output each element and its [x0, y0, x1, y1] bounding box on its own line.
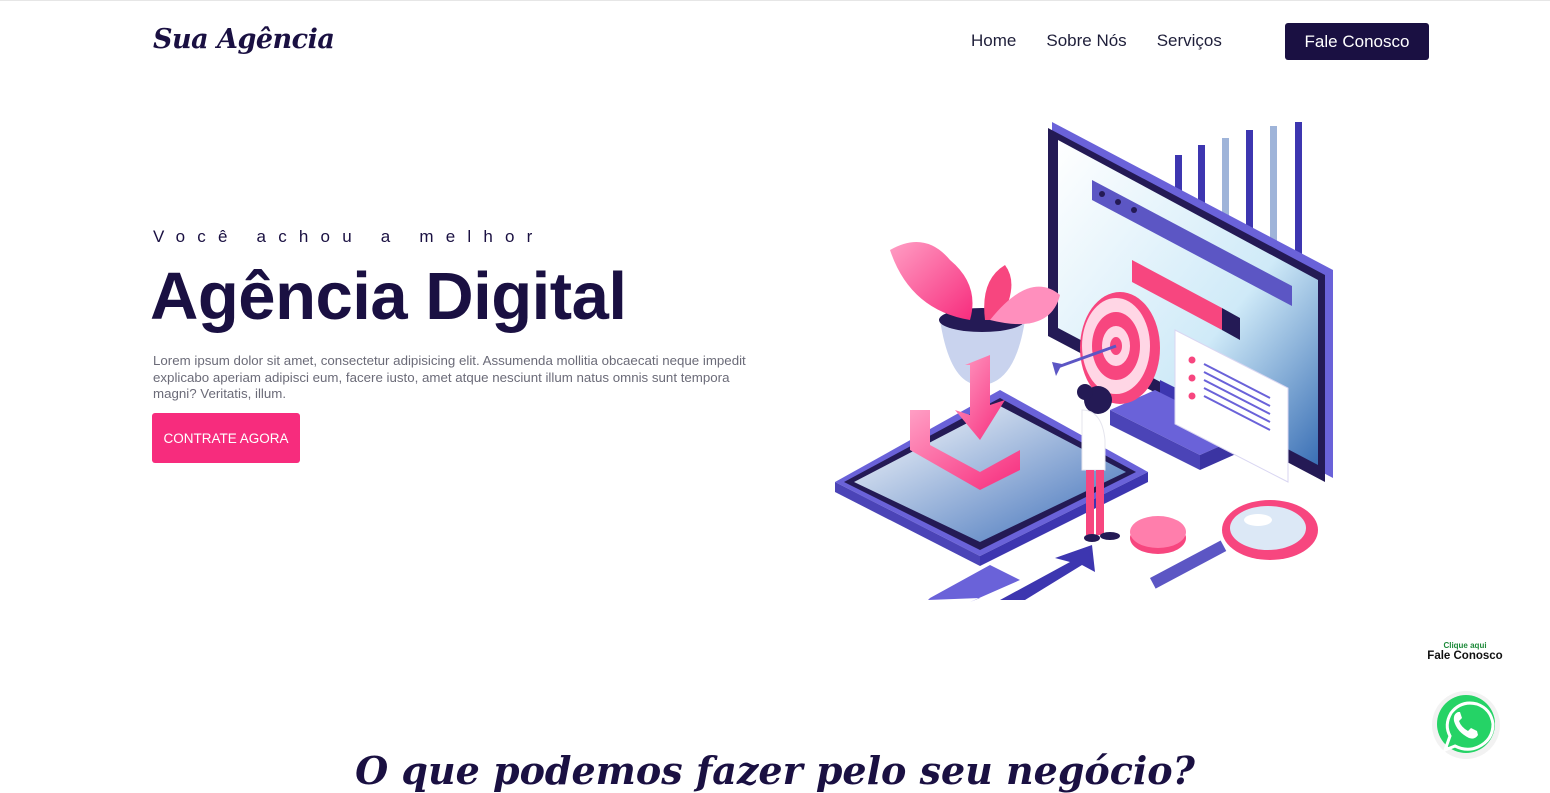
main-nav: Home Sobre Nós Serviços: [971, 31, 1222, 51]
top-border: [0, 0, 1550, 1]
nav-link-home[interactable]: Home: [971, 31, 1016, 51]
hero-title: Agência Digital: [150, 259, 627, 334]
hero-description: Lorem ipsum dolor sit amet, consectetur …: [153, 353, 746, 401]
hero-illustration: [835, 122, 1333, 602]
arrows-decoration: [928, 545, 1095, 602]
pie-decoration: [1130, 516, 1186, 554]
contact-button[interactable]: Fale Conosco: [1285, 23, 1429, 60]
whatsapp-hint-big: Fale Conosco: [1427, 650, 1503, 662]
hero-eyebrow: Você achou a melhor: [153, 227, 545, 246]
section-title: O que podemos fazer pelo seu negócio?: [355, 748, 1195, 793]
nav-link-servicos[interactable]: Serviços: [1157, 31, 1222, 51]
whatsapp-hint[interactable]: Clique aqui Fale Conosco: [1422, 641, 1508, 663]
brand-logo[interactable]: Sua Agência: [153, 24, 335, 55]
whatsapp-hint-small: Clique aqui: [1443, 641, 1487, 650]
nav-link-sobre-nos[interactable]: Sobre Nós: [1046, 31, 1126, 51]
hire-now-button[interactable]: CONTRATE AGORA: [152, 413, 300, 463]
